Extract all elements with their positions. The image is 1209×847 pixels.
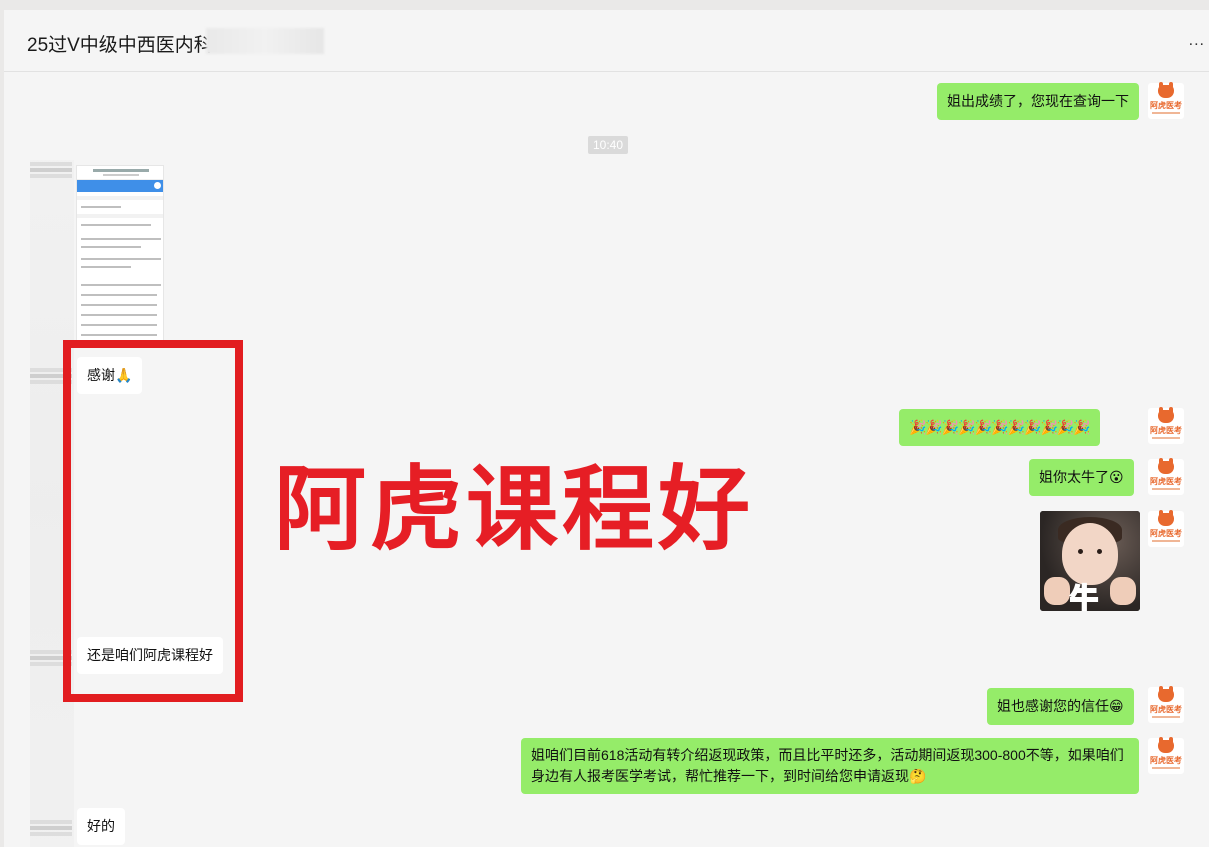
blurred-title-suffix <box>206 28 324 54</box>
my-avatar[interactable]: 阿虎医考 <box>1148 510 1184 547</box>
tiger-logo-icon <box>1158 407 1174 423</box>
avatar-brand-label: 阿虎医考 <box>1150 477 1182 486</box>
avatar-slogan-line <box>1152 540 1180 542</box>
avatar-slogan-line <box>1152 716 1180 718</box>
red-highlight-frame <box>63 340 243 702</box>
my-avatar[interactable]: 阿虎医考 <box>1148 458 1184 495</box>
more-options-button[interactable]: ... <box>1189 32 1205 50</box>
message-bubble-received[interactable]: 好的 <box>77 808 125 845</box>
tiger-logo-icon <box>1158 82 1174 98</box>
avatar-brand-label: 阿虎医考 <box>1150 756 1182 765</box>
avatar-brand-label: 阿虎医考 <box>1150 529 1182 538</box>
message-bubble-sent[interactable]: 姐也感谢您的信任😁 <box>987 688 1134 725</box>
sticker-caption: 牛 <box>1069 581 1099 611</box>
avatar-slogan-line <box>1152 767 1180 769</box>
message-bubble-sent[interactable]: 🎉🎉🎉🎉🎉🎉🎉🎉🎉🎉🎉 <box>899 409 1100 446</box>
chat-title: 25过V中级中西医内科 <box>27 35 213 56</box>
contact-avatar[interactable] <box>30 820 72 836</box>
message-bubble-sent[interactable]: 姐你太牛了😮 <box>1029 459 1134 496</box>
my-avatar[interactable]: 阿虎医考 <box>1148 407 1184 444</box>
image-message-baby-sticker[interactable]: 牛 <box>1040 511 1140 611</box>
avatar-brand-label: 阿虎医考 <box>1150 101 1182 110</box>
image-message-screenshot[interactable] <box>76 165 164 341</box>
chat-header: 25过V中级中西医内科 ... <box>4 10 1209 72</box>
contact-avatar[interactable] <box>30 162 72 178</box>
overlay-caption: 阿虎课程好 <box>274 456 755 563</box>
message-bubble-sent[interactable]: 姐出成绩了，您现在查询一下 <box>937 83 1139 120</box>
my-avatar[interactable]: 阿虎医考 <box>1148 737 1184 774</box>
avatar-brand-label: 阿虎医考 <box>1150 426 1182 435</box>
chat-window: 25过V中级中西医内科 ... 姐出成绩了，您现在查询一下 阿虎医考 10:40… <box>4 10 1209 847</box>
tiger-logo-icon <box>1158 737 1174 753</box>
my-avatar[interactable]: 阿虎医考 <box>1148 686 1184 723</box>
avatar-brand-label: 阿虎医考 <box>1150 705 1182 714</box>
avatar-slogan-line <box>1152 488 1180 490</box>
avatar-slogan-line <box>1152 112 1180 114</box>
info-icon <box>154 182 161 189</box>
avatar-slogan-line <box>1152 437 1180 439</box>
tiger-logo-icon <box>1158 510 1174 526</box>
tiger-logo-icon <box>1158 686 1174 702</box>
time-divider: 10:40 <box>588 136 629 154</box>
message-bubble-sent[interactable]: 姐咱们目前618活动有转介绍返现政策，而且比平时还多，活动期间返现300-800… <box>521 738 1139 794</box>
tiger-logo-icon <box>1158 458 1174 474</box>
my-avatar[interactable]: 阿虎医考 <box>1148 82 1184 119</box>
